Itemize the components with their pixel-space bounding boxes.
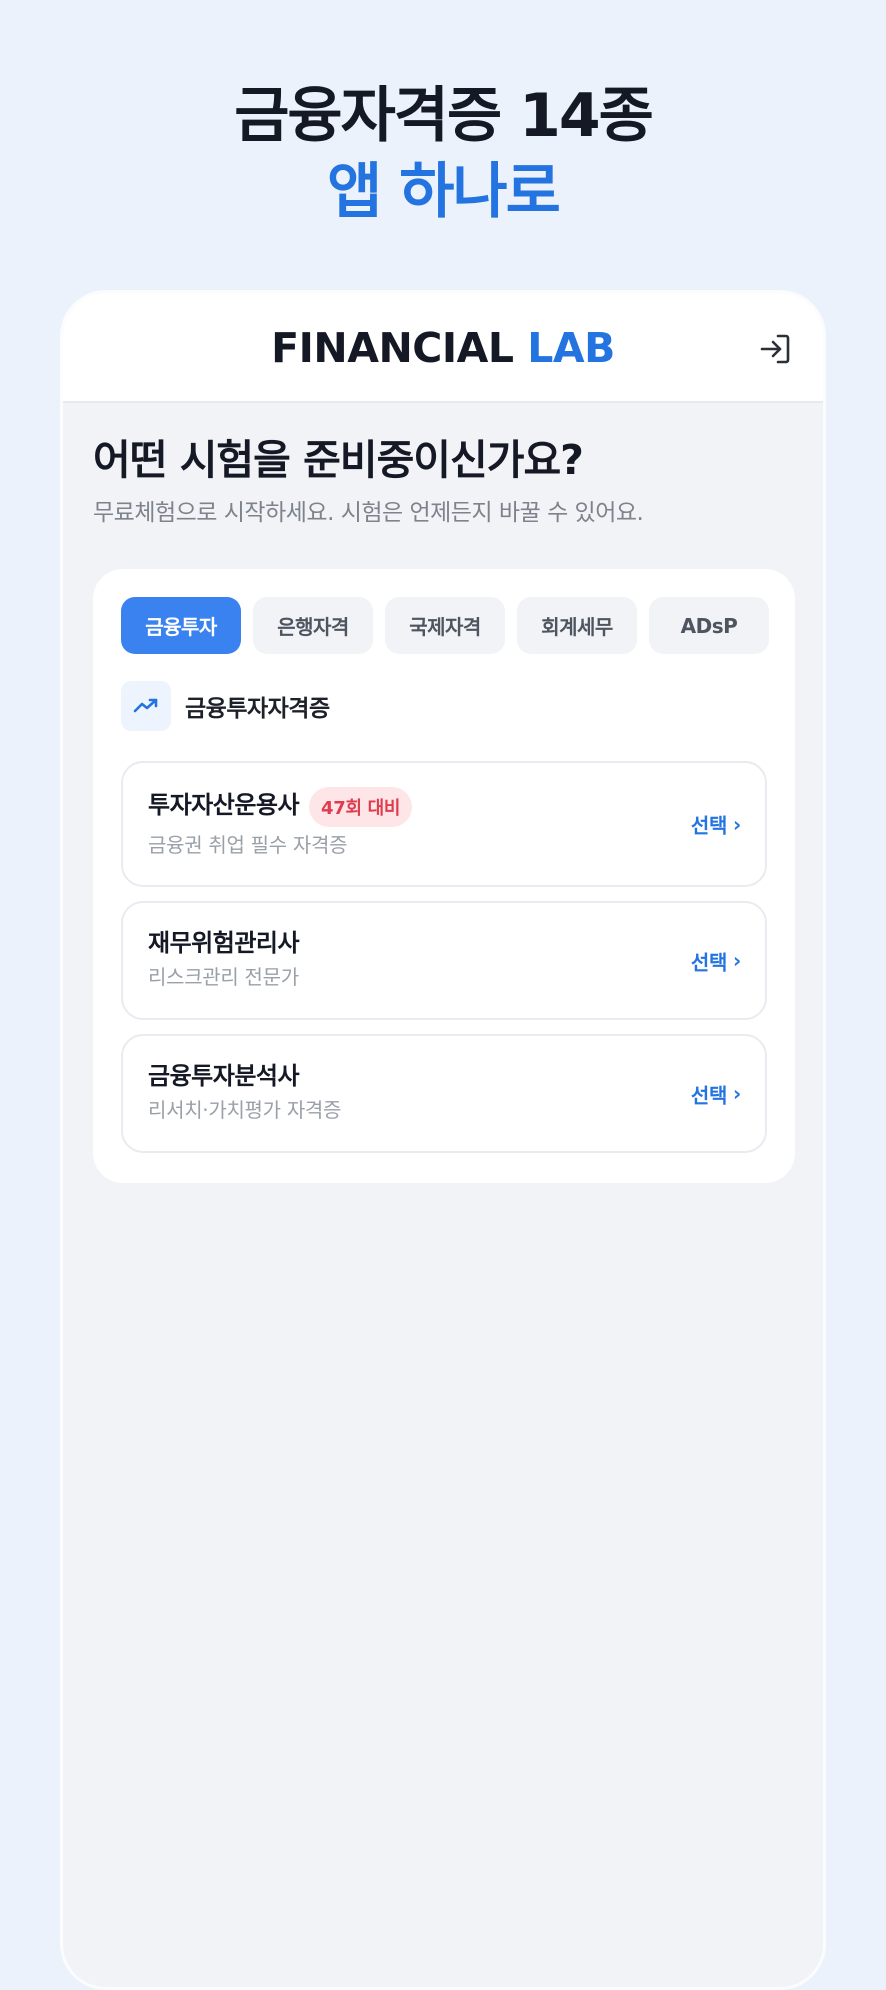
exam-name: 금융투자분석사 <box>148 1062 300 1090</box>
exam-description: 리스크관리 전문가 <box>148 965 299 989</box>
app-screen: FINANCIAL LAB 어떤 시험을 준비중이신가요? 무료체험으로 시작하… <box>60 290 826 1990</box>
select-label: 선택 <box>690 813 728 838</box>
section-title: 금융투자자격증 <box>185 696 330 722</box>
login-button[interactable] <box>757 331 793 367</box>
exam-name: 투자자산운용사 <box>148 791 300 819</box>
category-tabs: 금융투자 은행자격 국제자격 회계세무 ADsP <box>121 597 769 654</box>
exam-item-financial-risk-manager[interactable]: 재무위험관리사 리스크관리 전문가 선택 › <box>121 901 767 1020</box>
tab-financial-investment[interactable]: 금융투자 <box>121 597 241 654</box>
tab-banking[interactable]: 은행자격 <box>253 597 373 654</box>
promo-headline: 금융자격증 14종 앱 하나로 <box>0 78 886 230</box>
brand-text-financial: FINANCIAL <box>271 324 514 372</box>
page-title: 어떤 시험을 준비중이신가요? <box>93 436 584 484</box>
exam-list: 투자자산운용사 47회 대비 금융권 취업 필수 자격증 선택 › 재무위험관리… <box>121 761 767 1167</box>
exam-item-investment-manager[interactable]: 투자자산운용사 47회 대비 금융권 취업 필수 자격증 선택 › <box>121 761 767 887</box>
select-button[interactable]: 선택 › <box>691 810 741 839</box>
select-label: 선택 <box>690 950 728 974</box>
trending-up-icon <box>133 698 158 713</box>
exam-badge: 47회 대비 <box>309 787 413 827</box>
page-subtitle: 무료체험으로 시작하세요. 시험은 언제든지 바꿀 수 있어요. <box>93 500 644 526</box>
promo-line-2: 앱 하나로 <box>327 157 561 227</box>
select-label: 선택 <box>690 1083 728 1107</box>
exam-name: 재무위험관리사 <box>148 929 300 957</box>
chevron-right-icon: › <box>733 812 741 836</box>
section-header: 금융투자자격증 <box>121 681 330 731</box>
brand-text-lab: LAB <box>527 324 615 372</box>
brand-logo: FINANCIAL LAB <box>63 323 823 373</box>
select-button[interactable]: 선택 › <box>691 1079 741 1108</box>
tab-international[interactable]: 국제자격 <box>385 597 505 654</box>
login-icon <box>760 334 790 364</box>
chevron-right-icon: › <box>733 1081 741 1106</box>
chevron-right-icon: › <box>733 948 741 973</box>
tab-adsp[interactable]: ADsP <box>649 597 769 654</box>
exam-description: 리서치·가치평가 자격증 <box>148 1098 342 1122</box>
section-icon-box <box>121 681 171 731</box>
promo-line-1: 금융자격증 14종 <box>234 81 654 151</box>
app-header: FINANCIAL LAB <box>63 293 823 403</box>
select-button[interactable]: 선택 › <box>691 946 741 975</box>
exam-description: 금융권 취업 필수 자격증 <box>148 833 348 857</box>
exam-selection-card: 금융투자 은행자격 국제자격 회계세무 ADsP 금융투자자격증 투자자산운용사… <box>93 569 795 1183</box>
exam-item-investment-analyst[interactable]: 금융투자분석사 리서치·가치평가 자격증 선택 › <box>121 1034 767 1153</box>
tab-accounting-tax[interactable]: 회계세무 <box>517 597 637 654</box>
